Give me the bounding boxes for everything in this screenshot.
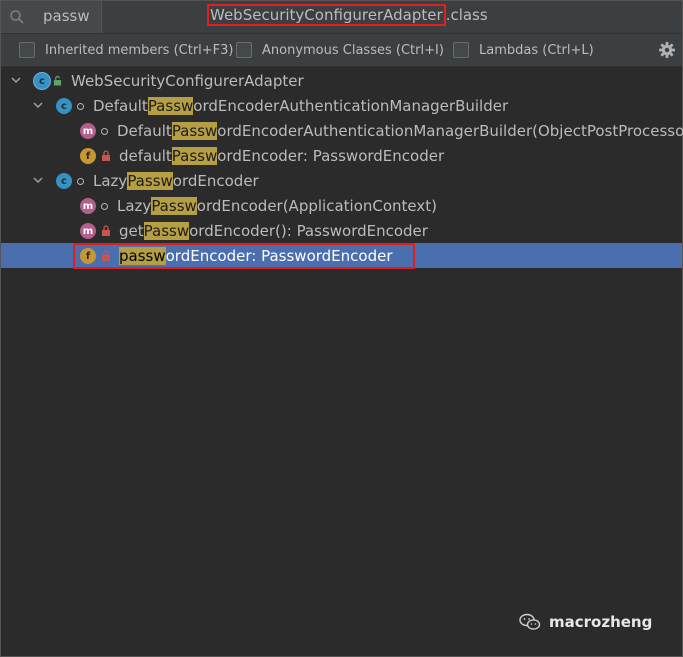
search-match: Passw	[147, 97, 194, 115]
package-private-icon	[101, 202, 108, 210]
row-text-post: ordEncoderAuthenticationManagerBuilder(O…	[217, 122, 683, 140]
title-class-name: WebSecurityConfigurerAdapter	[207, 4, 446, 26]
watermark: macrozheng	[519, 613, 652, 631]
row-text-pre: default	[119, 147, 172, 165]
search-match: Passw	[143, 222, 190, 240]
field-icon: f	[80, 148, 96, 164]
search-field[interactable]: passw	[1, 1, 102, 33]
lambdas-checkbox[interactable]	[453, 42, 469, 58]
row-text-post: ordEncoder	[172, 172, 259, 190]
tree-row-method[interactable]: m Lazy Passw ordEncoder(ApplicationContext…	[1, 193, 682, 218]
package-private-icon	[77, 177, 84, 185]
horizontal-scrollbar[interactable]	[1, 644, 682, 654]
annotation-box	[73, 243, 415, 269]
row-text-pre: Default	[117, 122, 172, 140]
structure-popup: passw WebSecurityConfigurerAdapter .class…	[0, 0, 683, 657]
anonymous-classes-label: Anonymous Classes (Ctrl+I)	[262, 42, 444, 58]
unlock-icon	[53, 75, 62, 86]
inherited-members-label: Inherited members (Ctrl+F3)	[45, 42, 234, 58]
lock-icon	[102, 150, 110, 161]
row-text-post: ordEncoder(): PasswordEncoder	[189, 222, 428, 240]
method-icon: m	[80, 198, 96, 214]
lambdas-label: Lambdas (Ctrl+L)	[479, 42, 594, 58]
package-private-icon	[77, 102, 84, 110]
popup-title: WebSecurityConfigurerAdapter .class	[207, 4, 488, 26]
inherited-members-checkbox[interactable]	[19, 42, 35, 58]
tree-row-root[interactable]: c WebSecurityConfigurerAdapter	[1, 68, 682, 93]
lambdas-option[interactable]: Lambdas (Ctrl+L)	[453, 41, 594, 59]
chevron-down-icon[interactable]	[9, 73, 23, 87]
search-input-value[interactable]: passw	[43, 7, 90, 25]
title-suffix: .class	[445, 6, 488, 24]
search-match: Passw	[151, 197, 197, 215]
inherited-members-option[interactable]: Inherited members (Ctrl+F3)	[19, 41, 234, 59]
chevron-down-icon[interactable]	[31, 98, 45, 112]
class-icon: c	[56, 98, 72, 114]
class-icon: c	[56, 173, 72, 189]
search-match: Passw	[127, 172, 173, 190]
method-icon: m	[80, 123, 96, 139]
method-icon: m	[80, 223, 96, 239]
chevron-down-icon[interactable]	[31, 173, 45, 187]
popup-header: passw WebSecurityConfigurerAdapter .class	[1, 1, 682, 34]
class-icon: c	[33, 72, 51, 90]
row-text-post: ordEncoderAuthenticationManagerBuilder	[193, 97, 509, 115]
row-text-pre: Default	[93, 97, 148, 115]
tree-row-inner-class[interactable]: c Lazy Passw ordEncoder	[1, 168, 682, 193]
search-icon	[10, 10, 24, 24]
anonymous-classes-option[interactable]: Anonymous Classes (Ctrl+I)	[236, 41, 444, 59]
row-text-pre: Lazy	[93, 172, 128, 190]
tree-row-inner-class[interactable]: c Default Passw ordEncoderAuthenticationMa…	[1, 93, 682, 118]
watermark-text: macrozheng	[549, 613, 653, 631]
tree-row-method[interactable]: m get Passw ordEncoder(): PasswordEncoder	[1, 218, 682, 243]
package-private-icon	[101, 127, 108, 135]
anonymous-classes-checkbox[interactable]	[236, 42, 252, 58]
gear-icon[interactable]	[658, 41, 676, 59]
tree-row-field[interactable]: f default Passw ordEncoder: PasswordEncode…	[1, 143, 682, 168]
tree-row-method[interactable]: m Default Passw ordEncoderAuthenticationMa…	[1, 118, 683, 143]
lock-icon	[102, 225, 110, 236]
search-match: Passw	[171, 122, 218, 140]
row-text-pre: get	[119, 222, 144, 240]
row-text-pre: Lazy	[117, 197, 152, 215]
root-class-name: WebSecurityConfigurerAdapter	[71, 72, 304, 90]
options-bar: Inherited members (Ctrl+F3) Anonymous Cl…	[1, 34, 682, 67]
search-match: Passw	[171, 147, 218, 165]
row-text-post: ordEncoder(ApplicationContext)	[196, 197, 437, 215]
wechat-icon	[519, 613, 541, 630]
row-text-post: ordEncoder: PasswordEncoder	[217, 147, 445, 165]
